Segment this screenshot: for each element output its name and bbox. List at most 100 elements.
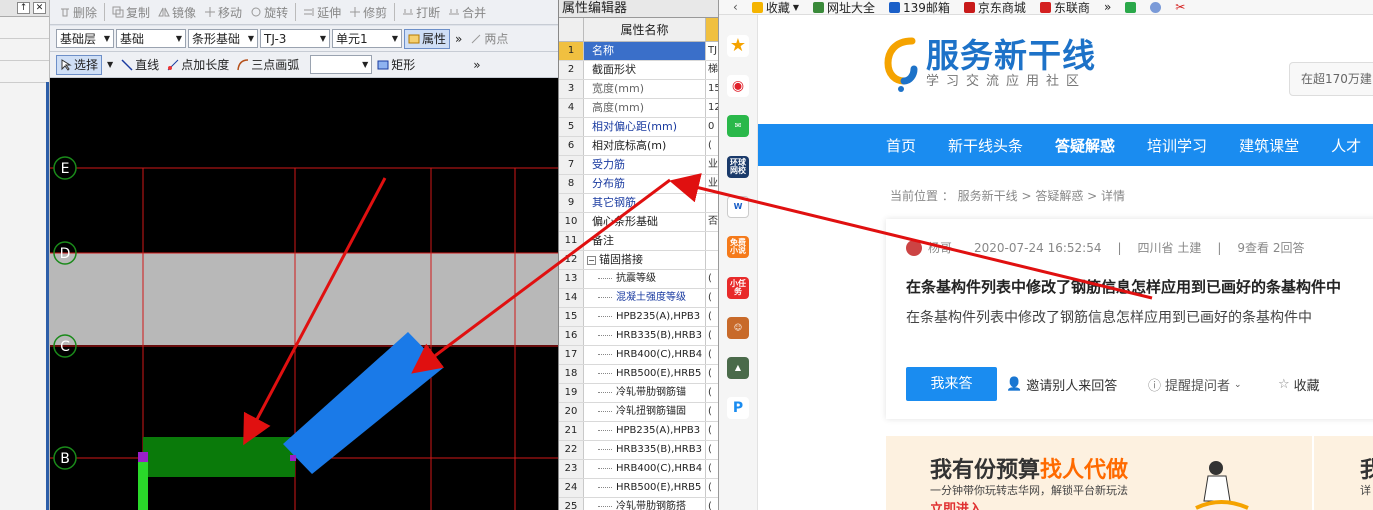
grip-point[interactable]: [138, 452, 148, 462]
question-user[interactable]: 杨哥: [928, 239, 952, 256]
bookmark-jd[interactable]: 京东商城: [963, 0, 1026, 14]
nav-home[interactable]: 首页: [886, 135, 916, 156]
property-value[interactable]: 否: [706, 213, 718, 231]
property-value[interactable]: (: [706, 422, 718, 440]
banner-cta[interactable]: 立即进入: [930, 498, 982, 510]
bookmark-mail[interactable]: 139邮箱: [889, 0, 950, 14]
property-value[interactable]: (: [706, 479, 718, 497]
site-search-input[interactable]: 在超170万建: [1289, 62, 1373, 96]
bookmark-sites[interactable]: 网址大全: [812, 0, 875, 14]
property-value[interactable]: (: [706, 498, 718, 510]
property-row[interactable]: 8 分布筋业: [559, 175, 718, 194]
close-icon[interactable]: ✕: [33, 2, 46, 14]
trim-button[interactable]: 修剪: [346, 4, 390, 21]
property-value[interactable]: (: [706, 327, 718, 345]
property-value[interactable]: (: [706, 137, 718, 155]
property-value[interactable]: 0: [706, 118, 718, 136]
invite-button[interactable]: 👤 邀请别人来回答: [1006, 375, 1117, 394]
more-tools-icon[interactable]: »: [452, 32, 465, 46]
strip-footing-vertical[interactable]: [138, 458, 148, 510]
property-row[interactable]: 15 HPB235(A),HPB3 (: [559, 308, 718, 327]
extension-icon[interactable]: [1150, 1, 1162, 13]
favorite-button[interactable]: ☆ 收藏: [1278, 375, 1320, 394]
property-row[interactable]: 19 冷轧带肋钢筋锚 (: [559, 384, 718, 403]
grip-point[interactable]: [290, 455, 296, 461]
merge-button[interactable]: 合并: [445, 4, 489, 21]
property-value[interactable]: (: [706, 441, 718, 459]
property-row[interactable]: 6 相对底标高(m)(: [559, 137, 718, 156]
property-value[interactable]: 业: [706, 175, 718, 193]
property-row[interactable]: 1 名称 TJ: [559, 42, 718, 61]
copy-button[interactable]: 复制: [109, 4, 153, 21]
arc-button[interactable]: 三点画弧: [234, 56, 302, 73]
game-icon[interactable]: ☺: [727, 317, 749, 339]
property-row[interactable]: 18 HRB500(E),HRB5 (: [559, 365, 718, 384]
line-button[interactable]: 直线: [118, 56, 162, 73]
property-row[interactable]: 22 HRB335(B),HRB3 (: [559, 441, 718, 460]
property-value[interactable]: 梯: [706, 61, 718, 79]
nav-talent[interactable]: 人才: [1331, 135, 1361, 156]
type-select[interactable]: 条形基础 ▼: [188, 29, 258, 48]
extension-icon[interactable]: [1125, 1, 1137, 13]
strip-footing-blue-rotated[interactable]: [283, 332, 443, 474]
break-button[interactable]: 打断: [399, 4, 443, 21]
property-row[interactable]: 20 冷轧扭钢筋锚固 (: [559, 403, 718, 422]
p-icon[interactable]: P: [727, 397, 749, 419]
property-value[interactable]: (: [706, 308, 718, 326]
property-value[interactable]: (: [706, 384, 718, 402]
property-value[interactable]: [706, 232, 718, 250]
property-row[interactable]: 9 其它钢筋: [559, 194, 718, 213]
property-row[interactable]: 16 HRB335(B),HRB3 (: [559, 327, 718, 346]
promo-banner[interactable]: 我有份预算找人代做 一分钟带你玩转志华网，解锁平台新玩法 立即进入 我 详: [886, 436, 1373, 510]
property-row[interactable]: 13 抗震等级 (: [559, 270, 718, 289]
nav-training[interactable]: 培训学习: [1147, 135, 1207, 156]
property-value[interactable]: 业: [706, 156, 718, 174]
rect-button[interactable]: 矩形: [374, 56, 418, 73]
property-value[interactable]: (: [706, 403, 718, 421]
properties-button[interactable]: 属性: [404, 28, 451, 49]
drawing-canvas[interactable]: E D C B: [50, 78, 558, 510]
property-value[interactable]: (: [706, 365, 718, 383]
property-value[interactable]: [706, 194, 718, 212]
arc-option-select[interactable]: ▼: [310, 55, 373, 74]
more-tools-icon[interactable]: »: [470, 58, 483, 72]
property-value[interactable]: (: [706, 270, 718, 288]
extend-button[interactable]: 延伸: [300, 4, 344, 21]
property-value[interactable]: (: [706, 289, 718, 307]
property-row[interactable]: 11 备注: [559, 232, 718, 251]
property-row[interactable]: 12− 锚固搭接: [559, 251, 718, 270]
bookmark-favorites[interactable]: 收藏 ▼: [751, 0, 799, 14]
answer-button[interactable]: 我来答: [906, 367, 997, 401]
select-button[interactable]: 选择: [56, 54, 103, 75]
select-dropdown-icon[interactable]: ▼: [104, 60, 116, 69]
property-row[interactable]: 21 HPB235(A),HPB3 (: [559, 422, 718, 441]
property-row[interactable]: 14 混凝土强度等级 (: [559, 289, 718, 308]
property-row[interactable]: 17 HRB400(C),HRB4(: [559, 346, 718, 365]
bookmark-union[interactable]: 东联商: [1039, 0, 1090, 14]
nav-classroom[interactable]: 建筑课堂: [1239, 135, 1299, 156]
property-row[interactable]: 24 HRB500(E),HRB5 (: [559, 479, 718, 498]
unit-select[interactable]: 单元1 ▼: [332, 29, 402, 48]
back-icon[interactable]: ‹: [733, 0, 738, 14]
component-select[interactable]: TJ-3 ▼: [260, 29, 330, 48]
rotate-button[interactable]: 旋转: [247, 4, 291, 21]
task-icon[interactable]: 小任务: [727, 277, 749, 299]
remind-button[interactable]: ⓘ 提醒提问者 ⌄: [1148, 375, 1242, 394]
scissors-icon[interactable]: ✂: [1175, 0, 1185, 14]
category-select[interactable]: 基础 ▼: [116, 29, 186, 48]
breadcrumb[interactable]: 当前位置 ： 服务新干线 > 答疑解惑 > 详情: [890, 187, 1125, 204]
site-logo[interactable]: 服务新干线 学习交流应用社区: [884, 35, 1096, 93]
property-value[interactable]: (: [706, 346, 718, 364]
document-icon[interactable]: W: [727, 196, 749, 218]
layer-select[interactable]: 基础层 ▼: [56, 29, 114, 48]
property-group[interactable]: − 锚固搭接: [584, 251, 706, 269]
property-value[interactable]: (: [706, 460, 718, 478]
property-row[interactable]: 10 偏心条形基础否: [559, 213, 718, 232]
property-row[interactable]: 23 HRB400(C),HRB4(: [559, 460, 718, 479]
collapse-icon[interactable]: −: [587, 255, 596, 265]
property-value[interactable]: 15: [706, 80, 718, 98]
property-row[interactable]: 2 截面形状梯: [559, 61, 718, 80]
property-row[interactable]: 4高度(mm)12: [559, 99, 718, 118]
property-row[interactable]: 5 相对偏心距(mm) 0: [559, 118, 718, 137]
move-button[interactable]: 移动: [201, 4, 245, 21]
